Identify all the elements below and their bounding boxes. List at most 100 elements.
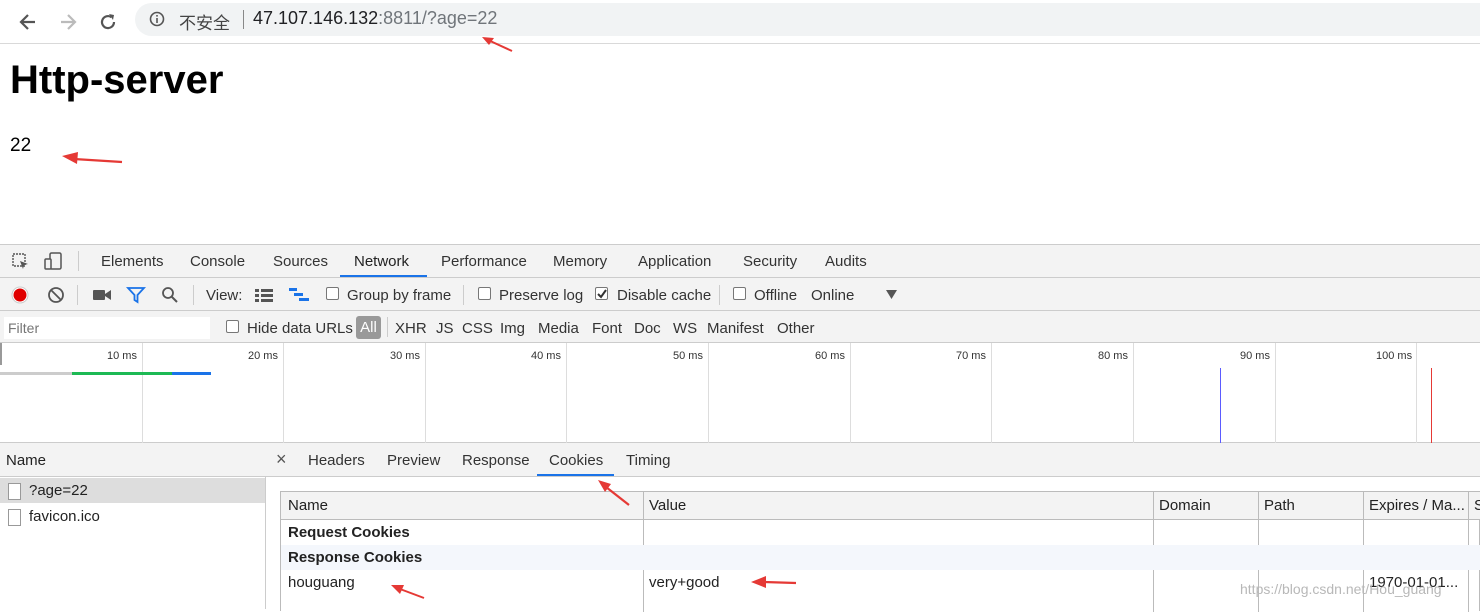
clear-icon[interactable]: [47, 286, 65, 304]
group-by-frame-checkbox[interactable]: [326, 287, 339, 300]
tab-memory[interactable]: Memory: [553, 253, 607, 270]
tab-headers[interactable]: Headers: [308, 452, 365, 469]
cookie-value: very+good: [649, 574, 720, 591]
tab-elements[interactable]: Elements: [101, 253, 164, 270]
tab-response[interactable]: Response: [462, 452, 530, 469]
tab-security[interactable]: Security: [743, 253, 797, 270]
record-icon[interactable]: [11, 286, 29, 304]
tab-performance[interactable]: Performance: [441, 253, 527, 270]
annotation-arrow-cookie-name: [391, 585, 425, 599]
disable-cache-checkbox[interactable]: [595, 287, 608, 300]
document-icon: [8, 509, 21, 526]
column-header-domain[interactable]: Domain: [1159, 497, 1211, 514]
column-header-size[interactable]: S: [1474, 497, 1480, 514]
inspect-element-icon[interactable]: [12, 253, 30, 271]
filter-type-all[interactable]: All: [356, 316, 381, 339]
devtools-tabbar: Elements Console Sources Network Perform…: [0, 245, 1480, 278]
page-value: 22: [10, 135, 32, 156]
annotation-arrow-url: [482, 37, 513, 52]
hide-data-urls-checkbox[interactable]: [226, 320, 239, 333]
tab-timing[interactable]: Timing: [626, 452, 670, 469]
overview-tick: 20 ms: [248, 350, 278, 362]
tab-divider: [78, 251, 79, 271]
column-header-name[interactable]: Name: [288, 497, 328, 514]
camera-icon[interactable]: [92, 287, 112, 303]
cookie-section-row: Request Cookies: [281, 520, 1480, 545]
network-toolbar: View: Group by frame Preserve log Disabl…: [0, 278, 1480, 311]
column-header-path[interactable]: Path: [1264, 497, 1295, 514]
filter-type-js[interactable]: JS: [436, 320, 454, 337]
filter-type-media[interactable]: Media: [538, 320, 579, 337]
active-tab-indicator: [340, 275, 427, 277]
overview-gridline: [1133, 343, 1134, 443]
toolbar-divider: [719, 285, 720, 305]
document-icon: [8, 483, 21, 500]
back-button[interactable]: [13, 7, 43, 37]
detail-tabbar: × Headers Preview Response Cookies Timin…: [266, 443, 1480, 477]
overview-tick: 90 ms: [1240, 350, 1270, 362]
annotation-arrow-cookie-value: [751, 576, 797, 588]
overview-gridline: [1275, 343, 1276, 443]
overview-gridline: [708, 343, 709, 443]
column-header-value[interactable]: Value: [649, 497, 686, 514]
tab-audits[interactable]: Audits: [825, 253, 867, 270]
filter-type-manifest[interactable]: Manifest: [707, 320, 764, 337]
request-row[interactable]: favicon.ico: [0, 504, 265, 529]
tab-application[interactable]: Application: [638, 253, 711, 270]
filter-type-font[interactable]: Font: [592, 320, 622, 337]
large-rows-icon[interactable]: [255, 288, 275, 302]
cookie-name: houguang: [288, 574, 355, 591]
forward-button[interactable]: [53, 7, 83, 37]
request-list-header[interactable]: Name: [0, 443, 266, 477]
filter-type-ws[interactable]: WS: [673, 320, 697, 337]
throttling-select[interactable]: Online: [811, 287, 854, 304]
view-label: View:: [206, 287, 243, 304]
overview-gridline: [1416, 343, 1417, 443]
overview-bar-ttfb: [72, 372, 172, 375]
overview-gridline: [850, 343, 851, 443]
address-bar[interactable]: 不安全 47.107.146.132:8811/?age=22: [135, 3, 1480, 36]
tab-network[interactable]: Network: [354, 253, 409, 270]
tab-sources[interactable]: Sources: [273, 253, 328, 270]
filter-type-xhr[interactable]: XHR: [395, 320, 427, 337]
filter-divider: [387, 317, 388, 337]
tab-preview[interactable]: Preview: [387, 452, 440, 469]
request-cookies-heading: Request Cookies: [288, 524, 410, 541]
overview-tick: 10 ms: [107, 350, 137, 362]
response-cookies-heading: Response Cookies: [288, 549, 423, 566]
request-list: Name ?age=22 favicon.ico: [0, 443, 266, 609]
devtools-panel: Elements Console Sources Network Perform…: [0, 244, 1480, 612]
reload-button[interactable]: [93, 7, 123, 37]
close-detail-button[interactable]: ×: [276, 449, 287, 470]
filter-type-doc[interactable]: Doc: [634, 320, 661, 337]
url-host: 47.107.146.132: [253, 8, 379, 28]
filter-input[interactable]: [4, 317, 210, 339]
overview-gridline: [991, 343, 992, 443]
network-overview-timeline[interactable]: 10 ms 20 ms 30 ms 40 ms 50 ms 60 ms 70 m…: [0, 343, 1480, 443]
tab-cookies[interactable]: Cookies: [549, 452, 603, 469]
filter-type-other[interactable]: Other: [777, 320, 815, 337]
filter-type-img[interactable]: Img: [500, 320, 525, 337]
request-name: favicon.ico: [29, 508, 100, 525]
device-toolbar-icon[interactable]: [44, 251, 64, 271]
column-header-expires[interactable]: Expires / Ma...: [1369, 497, 1465, 514]
offline-label: Offline: [754, 287, 798, 304]
preserve-log-checkbox[interactable]: [478, 287, 491, 300]
filter-icon[interactable]: [126, 286, 146, 304]
url-text[interactable]: 47.107.146.132:8811/?age=22: [253, 8, 497, 29]
offline-checkbox[interactable]: [733, 287, 746, 300]
search-icon[interactable]: [161, 286, 179, 304]
annotation-arrow-cookies-tab: [598, 480, 630, 506]
info-icon[interactable]: [149, 11, 165, 27]
toolbar-divider: [463, 285, 464, 305]
preserve-log-label: Preserve log: [499, 287, 584, 304]
overview-tick: 50 ms: [673, 350, 703, 362]
waterfall-icon[interactable]: [289, 288, 311, 302]
forward-arrow-icon: [61, 14, 77, 30]
filter-type-css[interactable]: CSS: [462, 320, 493, 337]
tab-console[interactable]: Console: [190, 253, 245, 270]
overview-gridline: [425, 343, 426, 443]
request-row[interactable]: ?age=22: [0, 478, 265, 503]
security-status: 不安全: [179, 14, 230, 34]
chevron-down-icon[interactable]: [886, 290, 897, 299]
